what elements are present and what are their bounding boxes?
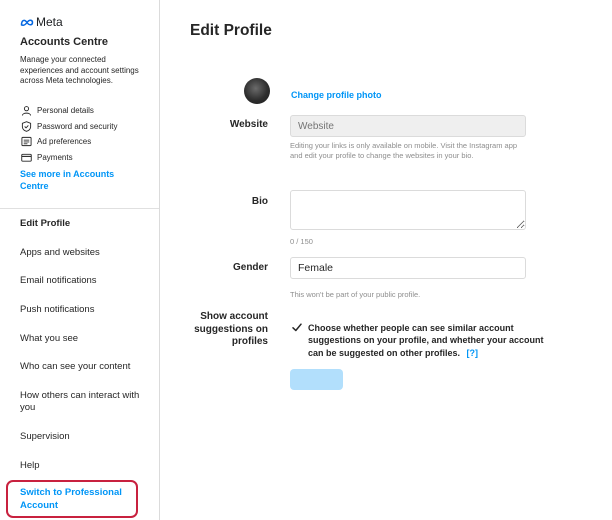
accounts-centre-title: Accounts Centre	[20, 36, 109, 48]
settings-sidebar: Meta Accounts Centre Manage your connect…	[0, 0, 160, 520]
website-label: Website	[229, 119, 268, 130]
nav-push-notifications[interactable]: Push notifications	[20, 304, 150, 316]
bio-label: Bio	[251, 196, 268, 207]
shield-icon	[20, 120, 32, 132]
suggestions-label: Show account suggestions on profiles	[194, 311, 268, 347]
highlight-annotation-box	[6, 480, 138, 518]
nav-help[interactable]: Help	[20, 460, 150, 472]
nav-what-you-see[interactable]: What you see	[20, 333, 150, 345]
ac-link-personal-details[interactable]: Personal details	[20, 103, 117, 119]
ac-link-password-security[interactable]: Password and security	[20, 119, 117, 135]
see-more-accounts-centre-link[interactable]: See more in Accounts Centre	[20, 168, 140, 192]
website-help-text: Editing your links is only available on …	[290, 141, 518, 160]
nav-how-others-can-interact[interactable]: How others can interact with you	[20, 390, 148, 414]
nav-apps-and-websites[interactable]: Apps and websites	[20, 247, 150, 259]
sidebar-divider	[0, 208, 159, 209]
person-icon	[20, 105, 32, 117]
ac-link-ad-preferences[interactable]: Ad preferences	[20, 134, 117, 150]
gender-label: Gender	[232, 262, 268, 273]
nav-edit-profile[interactable]: Edit Profile	[20, 218, 150, 230]
checkmark-icon	[292, 322, 302, 331]
submit-button[interactable]	[290, 369, 343, 390]
meta-logo[interactable]: Meta	[20, 15, 63, 29]
ac-link-payments[interactable]: Payments	[20, 150, 117, 166]
gender-field[interactable]: Female	[290, 257, 526, 279]
meta-infinity-icon	[20, 19, 34, 26]
ac-link-label: Ad preferences	[37, 137, 92, 147]
avatar[interactable]	[244, 78, 270, 104]
edit-profile-panel: Edit Profile Change profile photo Websit…	[160, 0, 612, 520]
suggestions-help-link[interactable]: [?]	[467, 348, 479, 358]
credit-card-icon	[20, 151, 32, 163]
page-title: Edit Profile	[190, 22, 272, 39]
ac-link-label: Password and security	[37, 121, 118, 131]
accounts-centre-description: Manage your connected experiences and ac…	[20, 55, 139, 85]
nav-supervision[interactable]: Supervision	[20, 431, 150, 443]
suggestions-checkbox[interactable]	[291, 321, 303, 333]
nav-who-can-see-your-content[interactable]: Who can see your content	[20, 361, 150, 373]
ac-link-label: Payments	[37, 152, 73, 162]
suggestions-text: Choose whether people can see similar ac…	[308, 323, 544, 358]
ac-link-label: Personal details	[37, 106, 94, 116]
ad-icon	[20, 136, 32, 148]
change-profile-photo-link[interactable]: Change profile photo	[291, 90, 382, 100]
bio-textarea[interactable]	[290, 190, 526, 230]
meta-logo-text: Meta	[36, 15, 63, 29]
accounts-centre-links: Personal details Password and security A…	[20, 103, 117, 165]
bio-char-counter: 0 / 150	[290, 237, 313, 246]
nav-email-notifications[interactable]: Email notifications	[20, 275, 150, 287]
gender-help-text: This won't be part of your public profil…	[290, 290, 421, 299]
page: Meta Accounts Centre Manage your connect…	[0, 0, 612, 520]
website-input[interactable]	[290, 115, 526, 137]
suggestions-description: Choose whether people can see similar ac…	[308, 322, 558, 359]
